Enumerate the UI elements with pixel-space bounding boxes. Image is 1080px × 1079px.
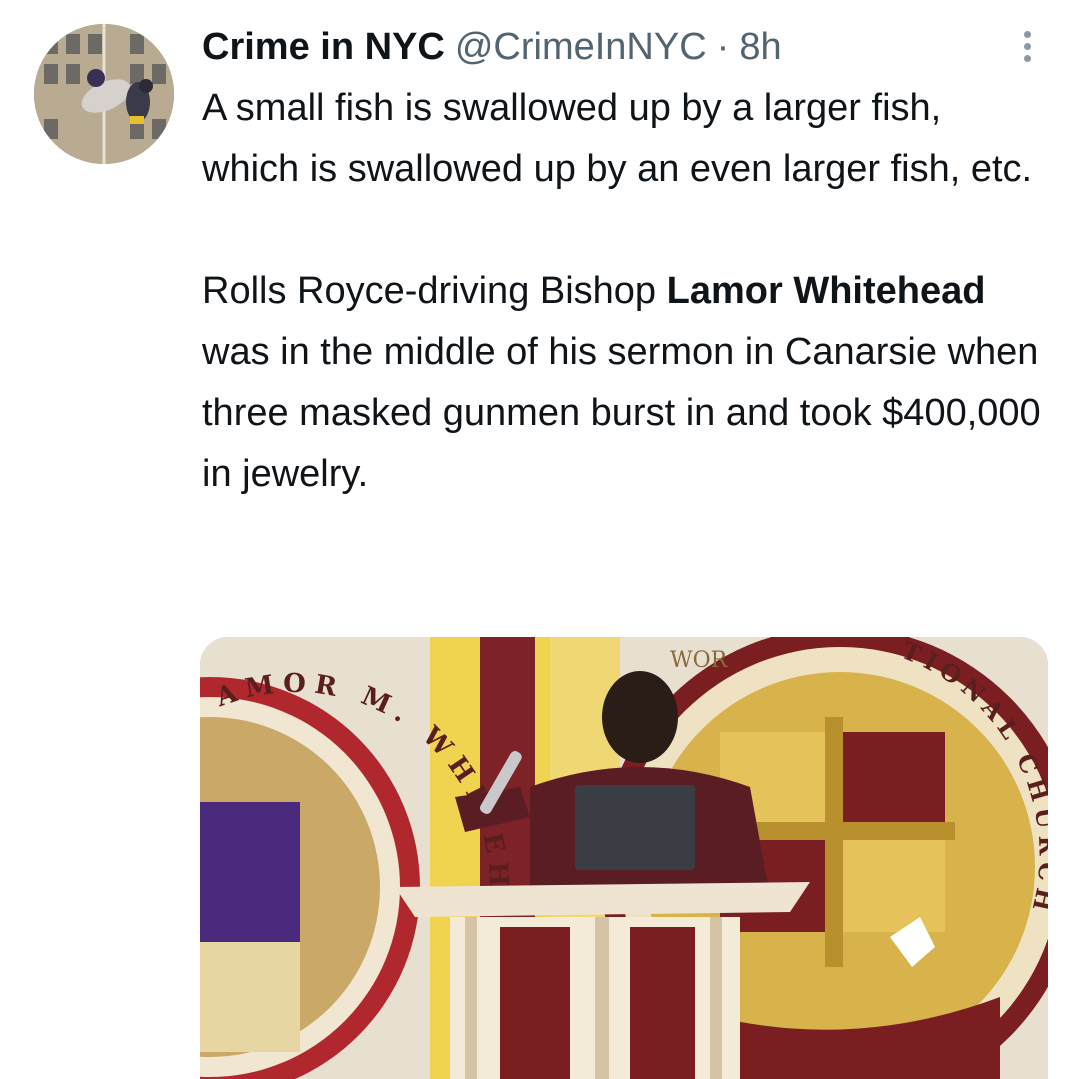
author-handle[interactable]: @CrimeInNYC [455, 22, 707, 72]
separator-dot: · [716, 26, 730, 68]
more-vertical-icon-dot [1023, 42, 1031, 50]
sermon-photo: AMOR M. WHITEHEAD TIONAL CHURCHES WOR [200, 637, 1048, 1079]
tweet-paragraph-2-end: was in the middle of his sermon in Canar… [202, 331, 1041, 495]
avatar-image [34, 24, 174, 164]
tweet-paragraph-1: A small fish is swallowed up by a larger… [202, 87, 1033, 190]
more-options-button[interactable] [1010, 26, 1044, 66]
tweet-text: A small fish is swallowed up by a larger… [202, 78, 1042, 505]
tweet-paragraph-2-start: Rolls Royce-driving Bishop [202, 270, 667, 312]
tweet-media-image[interactable]: AMOR M. WHITEHEAD TIONAL CHURCHES WOR [200, 637, 1048, 1079]
seal-top-text: WOR [670, 648, 729, 673]
timestamp[interactable]: 8h [739, 22, 781, 72]
tweet-bold-name: Lamor Whitehead [666, 270, 986, 312]
author-display-name[interactable]: Crime in NYC [202, 22, 445, 72]
more-vertical-icon-dot [1023, 54, 1031, 62]
tweet-header: Crime in NYC @CrimeInNYC · 8h [202, 22, 782, 72]
tweet[interactable]: Crime in NYC @CrimeInNYC · 8h A small fi… [0, 0, 1080, 1079]
more-vertical-icon [1023, 30, 1031, 38]
tweet-paragraph-2: Rolls Royce-driving Bishop Lamor Whitehe… [202, 261, 1042, 505]
avatar[interactable] [34, 24, 174, 164]
